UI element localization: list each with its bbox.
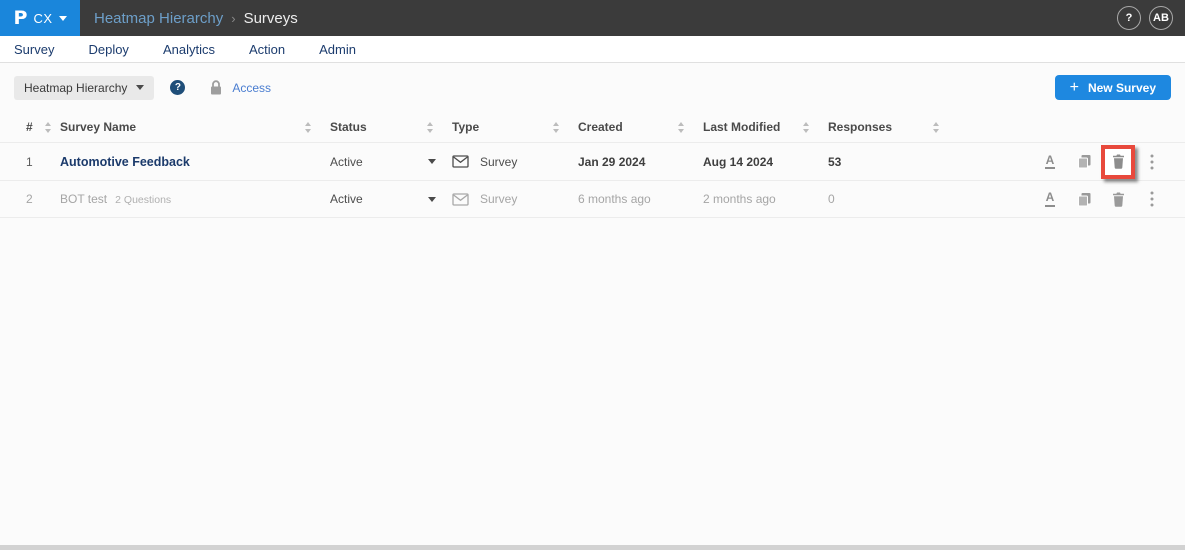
type-cell: Survey [452,155,578,169]
type-cell: Survey [452,192,578,206]
access-link[interactable]: Access [232,81,271,95]
sort-icon[interactable] [678,121,685,133]
status-dropdown[interactable]: Active [330,155,452,169]
sort-icon[interactable] [305,121,312,133]
main-nav: Survey Deploy Analytics Action Admin [0,36,1185,63]
plus-icon: + [1069,78,1079,96]
header-responses: Responses [828,120,958,134]
new-survey-button[interactable]: + New Survey [1054,75,1171,100]
chevron-down-icon [58,15,67,21]
row-actions: A [958,182,1171,216]
avatar[interactable]: AB [1149,6,1173,30]
bottom-strip [0,545,1185,550]
row-actions: A [958,144,1171,179]
table-row-bot-test: 2 BOT test 2 Questions Active Survey 6 mo… [0,180,1185,218]
sort-icon[interactable] [427,121,434,133]
rename-icon[interactable]: A [1033,182,1067,216]
modified-date: 2 months ago [703,192,776,206]
nav-item-analytics[interactable]: Analytics [163,42,215,57]
table-header: # Survey Name Status Type Created Last M… [0,112,1185,142]
modified-date: Aug 14 2024 [703,154,774,169]
nav-item-action[interactable]: Action [249,42,285,57]
sort-icon[interactable] [803,121,810,133]
created-date: 6 months ago [578,192,651,206]
header-last-modified: Last Modified [703,120,828,134]
survey-name-link[interactable]: Automotive Feedback [60,155,190,169]
chevron-down-icon [428,159,436,164]
breadcrumb-separator: › [231,10,236,26]
help-icon[interactable]: ? [1117,6,1141,30]
row-index: 1 [26,154,33,169]
trash-icon[interactable] [1101,144,1135,179]
kebab-menu-icon[interactable] [1135,182,1169,216]
hierarchy-dropdown-label: Heatmap Hierarchy [24,80,128,95]
copy-icon[interactable] [1067,145,1101,179]
topbar-actions: ? AB [1117,6,1173,30]
lock-icon[interactable] [209,79,223,96]
chevron-down-icon [136,85,145,90]
header-type: Type [452,120,578,134]
nav-item-survey[interactable]: Survey [14,42,54,57]
nav-item-deploy[interactable]: Deploy [88,42,128,57]
responses-count: 53 [828,154,842,169]
responses-count: 0 [828,192,835,206]
header-index: # [26,120,60,134]
product-label: CX [33,10,53,26]
rename-icon[interactable]: A [1033,145,1067,179]
nav-item-admin[interactable]: Admin [319,42,356,57]
new-survey-label: New Survey [1087,80,1156,95]
header-created: Created [578,120,703,134]
sort-icon[interactable] [553,121,560,133]
status-dropdown[interactable]: Active [330,192,452,206]
breadcrumb: Heatmap Hierarchy › Surveys [94,10,298,27]
hierarchy-help-icon[interactable]: ? [170,80,186,95]
trash-icon[interactable] [1101,182,1135,216]
question-count: 2 Questions [115,194,172,206]
hierarchy-dropdown[interactable]: Heatmap Hierarchy [14,75,155,100]
sort-icon[interactable] [45,121,52,133]
envelope-icon [452,192,469,206]
envelope-icon [452,155,469,168]
header-survey-name: Survey Name [60,120,330,134]
chevron-down-icon [428,196,436,202]
copy-icon[interactable] [1067,182,1101,216]
surveys-table: # Survey Name Status Type Created Last M… [0,112,1185,218]
toolbar: Heatmap Hierarchy ? Access + New Survey [0,63,1185,110]
survey-name-link[interactable]: BOT test [60,192,107,206]
table-row-automotive-feedback: 1 Automotive Feedback Active Survey Jan … [0,142,1185,180]
breadcrumb-parent-link[interactable]: Heatmap Hierarchy [94,10,223,27]
kebab-menu-icon[interactable] [1135,145,1169,179]
logo-icon: P [13,6,28,29]
page-title: Surveys [243,9,298,27]
row-index: 2 [26,192,33,206]
top-bar: P CX Heatmap Hierarchy › Surveys ? AB [0,0,1185,36]
header-status: Status [330,120,452,134]
created-date: Jan 29 2024 [578,154,646,169]
sort-icon[interactable] [933,121,940,133]
app-logo-menu[interactable]: P CX [0,0,80,36]
